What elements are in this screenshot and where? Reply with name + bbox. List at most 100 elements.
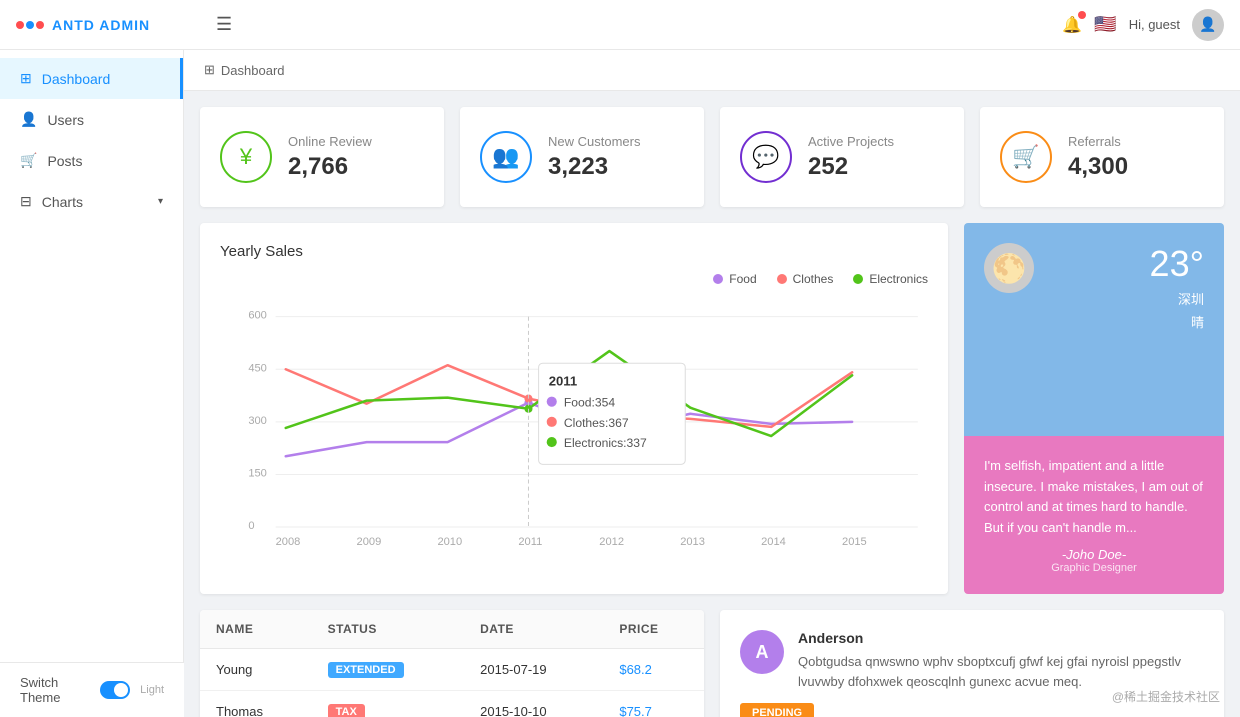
cell-date-1: 2015-10-10 [464, 691, 603, 717]
stat-value-referrals: 4,300 [1068, 153, 1128, 181]
quote-text: I'm selfish, impatient and a little inse… [984, 456, 1204, 539]
logo-dot-red [16, 21, 24, 29]
toggle-knob [114, 683, 128, 697]
sidebar-item-posts[interactable]: 🛒 Posts [0, 140, 183, 181]
legend-label-clothes: Clothes [793, 272, 834, 286]
sidebar-item-label-posts: Posts [47, 153, 82, 169]
flag-icon[interactable]: 🇺🇸 [1094, 14, 1116, 35]
logo-icon [16, 21, 44, 29]
stats-row: ¥ Online Review 2,766 👥 New Customers 3,… [200, 107, 1224, 207]
middle-row: Yearly Sales Food Clothes Electronics [200, 223, 1224, 594]
logo-dot-red2 [36, 21, 44, 29]
svg-text:300: 300 [248, 415, 267, 427]
table-card: NAME STATUS DATE PRICE Young EXTENDED [200, 610, 704, 717]
chart-title: Yearly Sales [220, 243, 928, 260]
status-badge-tax: TAX [328, 704, 365, 717]
svg-text:Clothes:367: Clothes:367 [564, 416, 629, 430]
col-name: NAME [200, 610, 312, 649]
logo: ANTD ADMIN [16, 17, 200, 33]
chart-card: Yearly Sales Food Clothes Electronics [200, 223, 948, 594]
commenter-avatar: A [740, 630, 784, 674]
status-badge-extended: EXTENDED [328, 662, 404, 678]
sidebar-item-dashboard[interactable]: ⊞ Dashboard [0, 58, 183, 99]
sidebar-item-users[interactable]: 👤 Users [0, 99, 183, 140]
page-content: ¥ Online Review 2,766 👥 New Customers 3,… [184, 91, 1240, 717]
svg-text:2014: 2014 [761, 536, 786, 548]
table-row: Thomas TAX 2015-10-10 $75.7 [200, 691, 704, 717]
svg-text:2011: 2011 [518, 536, 542, 548]
stat-card-referrals: 🛒 Referrals 4,300 [980, 107, 1224, 207]
sidebar-item-label-charts: Charts [42, 194, 83, 210]
legend-food: Food [713, 272, 756, 286]
notification-badge [1078, 11, 1086, 19]
svg-text:2015: 2015 [842, 536, 867, 548]
breadcrumb-text: Dashboard [221, 63, 285, 78]
table-row: Young EXTENDED 2015-07-19 $68.2 [200, 649, 704, 691]
chart-area: 600 450 300 150 0 2008 [220, 294, 928, 574]
legend-dot-clothes [777, 274, 787, 284]
watermark: @稀土掘金技术社区 [1112, 688, 1220, 705]
legend-clothes: Clothes [777, 272, 834, 286]
toggle-label: Light [140, 684, 164, 696]
legend-dot-food [713, 274, 723, 284]
sidebar-item-label-dashboard: Dashboard [42, 71, 111, 87]
svg-text:2008: 2008 [276, 536, 301, 548]
legend-dot-electronics [853, 274, 863, 284]
logo-dot-blue [26, 21, 34, 29]
stat-value-online-review: 2,766 [288, 153, 372, 181]
weather-city: 深圳 [1178, 289, 1204, 308]
comment-body: Anderson Qobtgudsa qnwswno wphv sboptxcu… [798, 630, 1204, 691]
cart-icon: 🛒 [1012, 144, 1039, 170]
cell-status-1: TAX [312, 691, 465, 717]
header-left: ANTD ADMIN ☰ [16, 14, 232, 35]
stat-label-new-customers: New Customers [548, 134, 640, 149]
svg-text:0: 0 [248, 520, 254, 532]
data-table: NAME STATUS DATE PRICE Young EXTENDED [200, 610, 704, 717]
sidebar-item-charts[interactable]: ⊟ Charts ▾ [0, 181, 183, 222]
breadcrumb-icon: ⊞ [204, 62, 215, 78]
comment-text: Qobtgudsa qnwswno wphv sboptxcufj gfwf k… [798, 652, 1204, 691]
logo-text: ANTD ADMIN [52, 17, 150, 33]
header-right: 🔔 🇺🇸 Hi, guest 👤 [1062, 9, 1224, 41]
dashboard-icon: ⊞ [20, 70, 32, 87]
moon-icon: 🌕 [984, 243, 1034, 293]
svg-text:2010: 2010 [437, 536, 462, 548]
weather-temp: 23° [1150, 243, 1204, 285]
cell-price-0: $68.2 [603, 649, 704, 691]
col-status: STATUS [312, 610, 465, 649]
main-content: ⊞ Dashboard ¥ Online Review 2,766 👥 [184, 50, 1240, 717]
cell-date-0: 2015-07-19 [464, 649, 603, 691]
menu-toggle-button[interactable]: ☰ [216, 14, 232, 35]
new-customers-icon: 👥 [480, 131, 532, 183]
sidebar: ⊞ Dashboard 👤 Users 🛒 Posts ⊟ Charts ▾ S… [0, 50, 184, 717]
stat-label-active-projects: Active Projects [808, 134, 894, 149]
stat-value-active-projects: 252 [808, 153, 894, 181]
svg-text:2012: 2012 [599, 536, 624, 548]
charts-icon: ⊟ [20, 193, 32, 210]
user-avatar[interactable]: 👤 [1192, 9, 1224, 41]
svg-text:2011: 2011 [549, 373, 577, 388]
chevron-down-icon: ▾ [158, 196, 163, 207]
chart-legend: Food Clothes Electronics [220, 272, 928, 286]
cell-name-0: Young [200, 649, 312, 691]
cell-name-1: Thomas [200, 691, 312, 717]
sidebar-item-label-users: Users [47, 112, 84, 128]
quote-role: Graphic Designer [984, 562, 1204, 574]
svg-text:150: 150 [248, 467, 267, 479]
commenter-name: Anderson [798, 630, 1204, 646]
theme-toggle[interactable] [100, 681, 131, 699]
stat-info-referrals: Referrals 4,300 [1068, 134, 1128, 181]
cell-price-1: $75.7 [603, 691, 704, 717]
stat-info-active-projects: Active Projects 252 [808, 134, 894, 181]
yen-icon: ¥ [240, 144, 252, 170]
stat-card-online-review: ¥ Online Review 2,766 [200, 107, 444, 207]
weather-desc: 晴 [1191, 312, 1204, 331]
stat-label-online-review: Online Review [288, 134, 372, 149]
svg-text:2013: 2013 [680, 536, 705, 548]
bell-icon[interactable]: 🔔 [1062, 15, 1082, 35]
table-header-row: NAME STATUS DATE PRICE [200, 610, 704, 649]
svg-text:450: 450 [248, 362, 267, 374]
svg-text:Food:354: Food:354 [564, 396, 615, 410]
hi-text: Hi, guest [1129, 17, 1180, 32]
cell-status-0: EXTENDED [312, 649, 465, 691]
